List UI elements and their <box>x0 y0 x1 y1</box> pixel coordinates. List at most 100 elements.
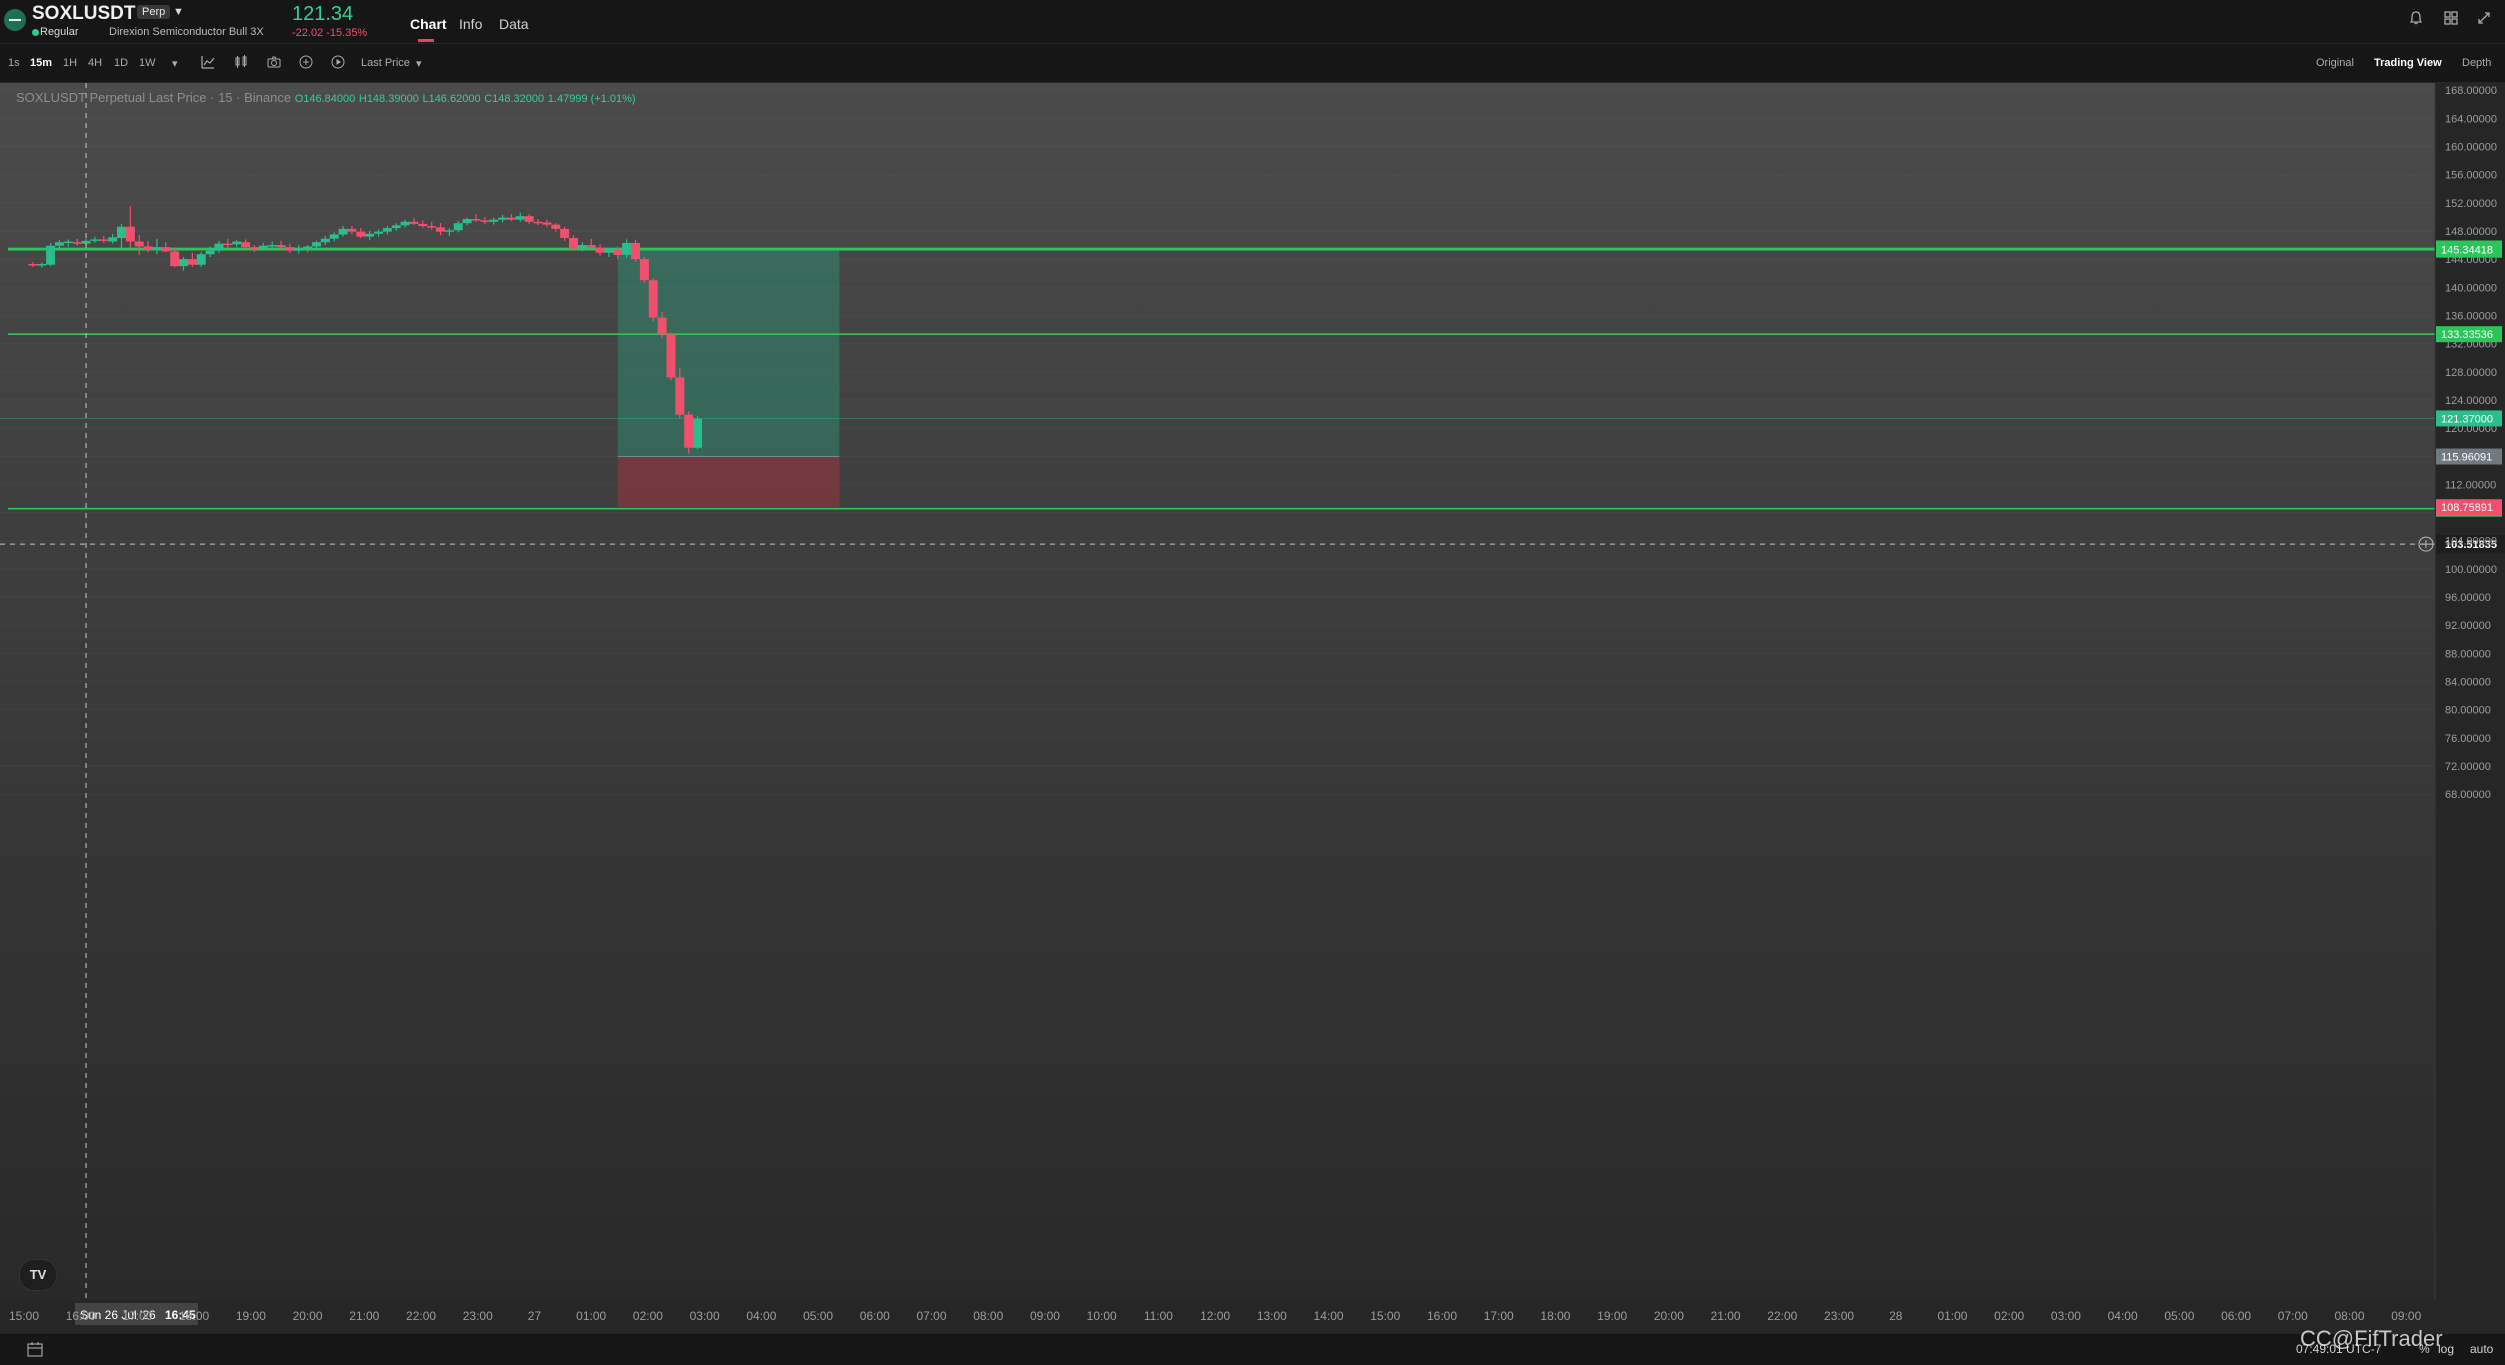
candle-body <box>285 247 295 251</box>
tab-info[interactable]: Info <box>459 16 482 32</box>
x-tick-label: 08:00 <box>973 1309 1003 1323</box>
candle-body <box>560 228 570 238</box>
tab-chart[interactable]: Chart <box>410 16 447 32</box>
symbol-description: Direxion Semiconductor Bull 3X <box>109 26 264 38</box>
x-tick-label: 17:00 <box>122 1309 152 1323</box>
camera-icon[interactable] <box>266 54 282 73</box>
x-tick-label: 19:00 <box>1597 1309 1627 1323</box>
candle-body <box>657 317 667 335</box>
candle-body <box>524 216 534 222</box>
candle-body <box>675 377 685 415</box>
candle-body <box>241 242 251 248</box>
tradingview-logo-icon[interactable]: TV <box>19 1259 57 1291</box>
candle-body <box>365 233 375 237</box>
layout-grid-icon[interactable] <box>2442 10 2460 28</box>
legend-title: SOXLUSDT Perpetual Last Price · 15 · Bin… <box>16 90 292 105</box>
x-tick-label: 15:00 <box>9 1309 39 1323</box>
candle-type-icon[interactable] <box>233 54 249 73</box>
interval-1s[interactable]: 1s <box>8 57 20 69</box>
candle-body <box>72 242 82 244</box>
interval-15m[interactable]: 15m <box>30 57 52 69</box>
view-original[interactable]: Original <box>2316 57 2354 69</box>
candle-body <box>462 218 472 224</box>
candle-body <box>666 334 676 378</box>
add-alert-icon[interactable] <box>298 54 314 73</box>
bottom-bar: 07:49:01 UTC-7 % log auto CC@FifTrader <box>0 1326 2505 1365</box>
candle-body <box>622 242 632 255</box>
calendar-icon[interactable] <box>26 1340 44 1361</box>
candle-body <box>604 249 614 253</box>
candle-body <box>37 264 47 266</box>
x-tick-label: 01:00 <box>1937 1309 1967 1323</box>
view-trading-view[interactable]: Trading View <box>2374 57 2442 69</box>
replay-icon[interactable] <box>330 54 346 73</box>
candle-body <box>258 245 268 249</box>
price-tag-label: 108.75891 <box>2441 502 2493 514</box>
price-chart[interactable]: Sun 26 Jul '2616:45103.51835 172.0000016… <box>0 57 2505 1333</box>
perp-badge: Perp <box>137 5 171 19</box>
price-mode-chevron-down-icon[interactable]: ▾ <box>416 57 422 70</box>
candle-body <box>418 223 428 227</box>
y-tick-label: 164.00000 <box>2445 113 2497 125</box>
x-tick-label: 17:00 <box>1484 1309 1514 1323</box>
candle <box>196 252 206 267</box>
interval-1d[interactable]: 1D <box>114 57 128 69</box>
x-tick-label: 06:00 <box>2221 1309 2251 1323</box>
candle-body <box>214 243 224 251</box>
candle-body <box>99 239 109 241</box>
interval-1w[interactable]: 1W <box>139 57 156 69</box>
candle-body <box>595 247 605 253</box>
tab-data[interactable]: Data <box>499 16 529 32</box>
x-tick-label: 28 <box>1889 1309 1903 1323</box>
indicators-icon[interactable] <box>200 54 216 73</box>
market-status: Regular <box>40 26 79 38</box>
y-tick-label: 96.00000 <box>2445 592 2491 604</box>
candle-body <box>480 220 490 222</box>
x-tick-label: 07:00 <box>917 1309 947 1323</box>
x-tick-label: 02:00 <box>1994 1309 2024 1323</box>
legend-high: H148.39000 <box>358 93 419 105</box>
candle-body <box>196 254 206 265</box>
candle-body <box>542 222 552 225</box>
bell-icon[interactable] <box>2407 10 2425 28</box>
y-tick-label: 88.00000 <box>2445 648 2491 660</box>
symbol-name[interactable]: SOXLUSDT <box>32 3 135 25</box>
candle-body <box>205 250 215 255</box>
y-tick-label: 80.00000 <box>2445 705 2491 717</box>
top-header: SOXLUSDT Perp ▼ Regular Direxion Semicon… <box>0 0 2505 44</box>
y-tick-label: 140.00000 <box>2445 282 2497 294</box>
candle <box>684 411 694 454</box>
y-tick-label: 156.00000 <box>2445 170 2497 182</box>
y-tick-label: 92.00000 <box>2445 620 2491 632</box>
interval-1h[interactable]: 1H <box>63 57 77 69</box>
chart-legend: SOXLUSDT Perpetual Last Price · 15 · Bin… <box>16 90 636 105</box>
candle-body <box>116 226 126 238</box>
symbol-dropdown-icon[interactable]: ▼ <box>173 6 184 18</box>
candle-body <box>54 242 64 246</box>
candle-body <box>329 234 339 239</box>
interval-4h[interactable]: 4H <box>88 57 102 69</box>
price-tag-label: 145.34418 <box>2441 245 2493 257</box>
candle-body <box>338 228 348 235</box>
y-tick-label: 148.00000 <box>2445 226 2497 238</box>
candle <box>693 416 703 450</box>
view-depth[interactable]: Depth <box>2462 57 2491 69</box>
y-tick-label: 72.00000 <box>2445 761 2491 773</box>
x-tick-label: 03:00 <box>2051 1309 2081 1323</box>
y-tick-label: 124.00000 <box>2445 395 2497 407</box>
candle-body <box>568 238 578 249</box>
y-tick-label: 112.00000 <box>2445 479 2496 491</box>
candle-body <box>631 242 641 260</box>
candle-body <box>46 245 56 265</box>
auto-toggle[interactable]: auto <box>2470 1342 2493 1356</box>
candle-body <box>684 414 694 448</box>
price-mode-select[interactable]: Last Price <box>361 57 410 69</box>
candle-body <box>179 259 189 267</box>
interval-more-icon[interactable]: ▾ <box>172 57 178 70</box>
x-tick-label: 22:00 <box>1767 1309 1797 1323</box>
candle-body <box>223 243 233 246</box>
x-tick-label: 16:00 <box>66 1309 96 1323</box>
x-tick-label: 18:00 <box>1540 1309 1570 1323</box>
chart-area[interactable]: Sun 26 Jul '2616:45103.51835 172.0000016… <box>0 57 2505 1364</box>
collapse-icon[interactable] <box>2475 10 2493 28</box>
